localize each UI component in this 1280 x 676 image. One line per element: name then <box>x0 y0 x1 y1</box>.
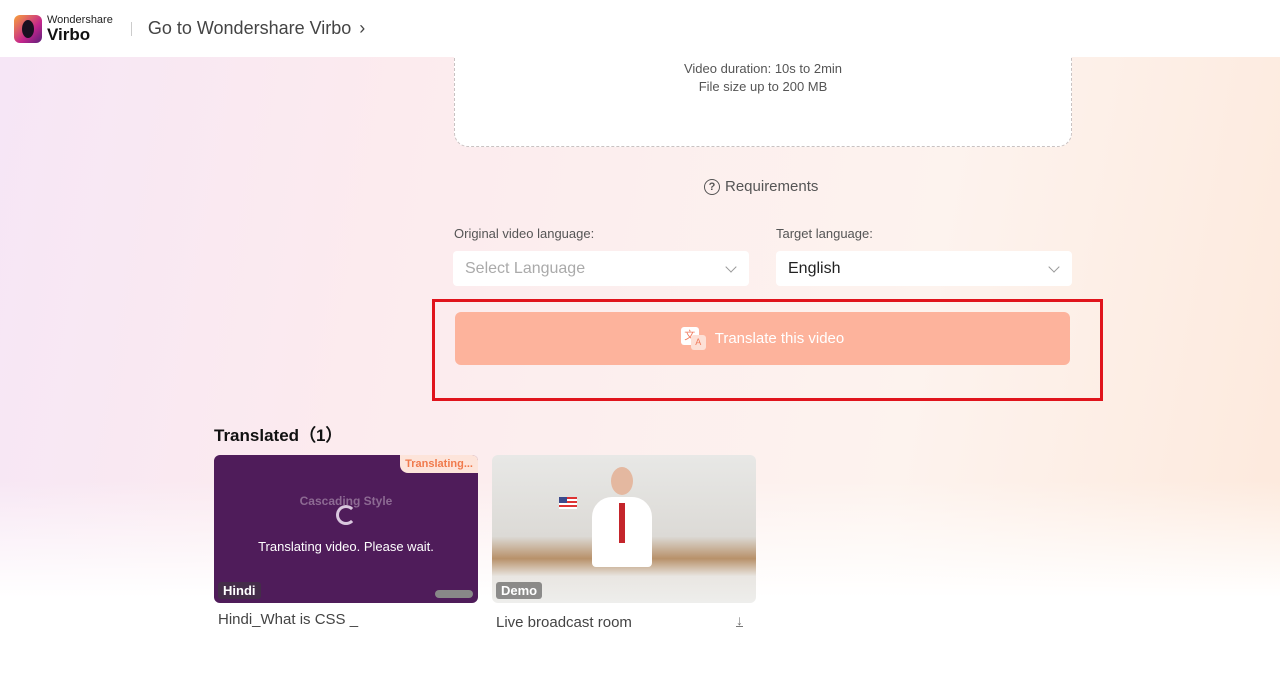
us-flag-icon <box>559 497 577 509</box>
translate-button[interactable]: 文 A Translate this video <box>455 312 1070 365</box>
header: Wondershare Virbo Go to Wondershare Virbo… <box>0 0 1280 57</box>
presenter-image <box>592 467 652 577</box>
divider <box>130 21 132 36</box>
original-language-label: Original video language: <box>454 226 595 241</box>
requirements-label: Requirements <box>725 178 819 195</box>
duration-info: Video duration: 10s to 2min <box>683 61 843 76</box>
target-language-select[interactable]: English <box>776 251 1072 286</box>
video-card-demo[interactable]: Demo <box>492 455 756 603</box>
translate-icon: 文A <box>680 326 707 351</box>
target-language-value: English <box>788 259 841 277</box>
brand-big: Virbo <box>47 24 91 44</box>
chevron-down-icon <box>725 260 737 273</box>
brand-small: Wondershare <box>47 13 113 26</box>
demo-tag: Demo <box>496 582 543 599</box>
translate-label: Translate this video <box>714 330 845 347</box>
requirements-link[interactable]: ? Requirements <box>704 178 818 195</box>
video-name: Hindi_What is CSS _ <box>218 611 359 628</box>
language-tag: Hindi <box>218 582 261 599</box>
progress-message: Translating video. Please wait. <box>258 539 434 554</box>
chevron-right-icon: › <box>359 18 366 38</box>
virbo-logo[interactable] <box>14 14 42 43</box>
original-language-placeholder: Select Language <box>465 259 586 277</box>
target-language-label: Target language: <box>776 226 873 241</box>
goto-label: Go to Wondershare Virbo <box>147 18 352 38</box>
download-icon[interactable]: ↓ <box>736 613 743 627</box>
goto-virbo-link[interactable]: Go to Wondershare Virbo › <box>148 18 365 39</box>
size-info: File size up to 200 MB <box>698 79 828 94</box>
video-card-hindi[interactable]: Translating... Cascading Style Translati… <box>214 455 478 603</box>
original-language-select[interactable]: Select Language <box>453 251 749 286</box>
translated-title: Translated（1） <box>214 426 343 445</box>
status-badge: Translating... <box>400 455 478 473</box>
chevron-down-icon <box>1048 260 1060 273</box>
watermark-icon <box>435 590 473 598</box>
video-name: Live broadcast room <box>496 614 632 631</box>
question-icon: ? <box>704 178 720 195</box>
brand: Wondershare Virbo <box>47 13 113 44</box>
loading-spinner-icon <box>336 505 356 525</box>
